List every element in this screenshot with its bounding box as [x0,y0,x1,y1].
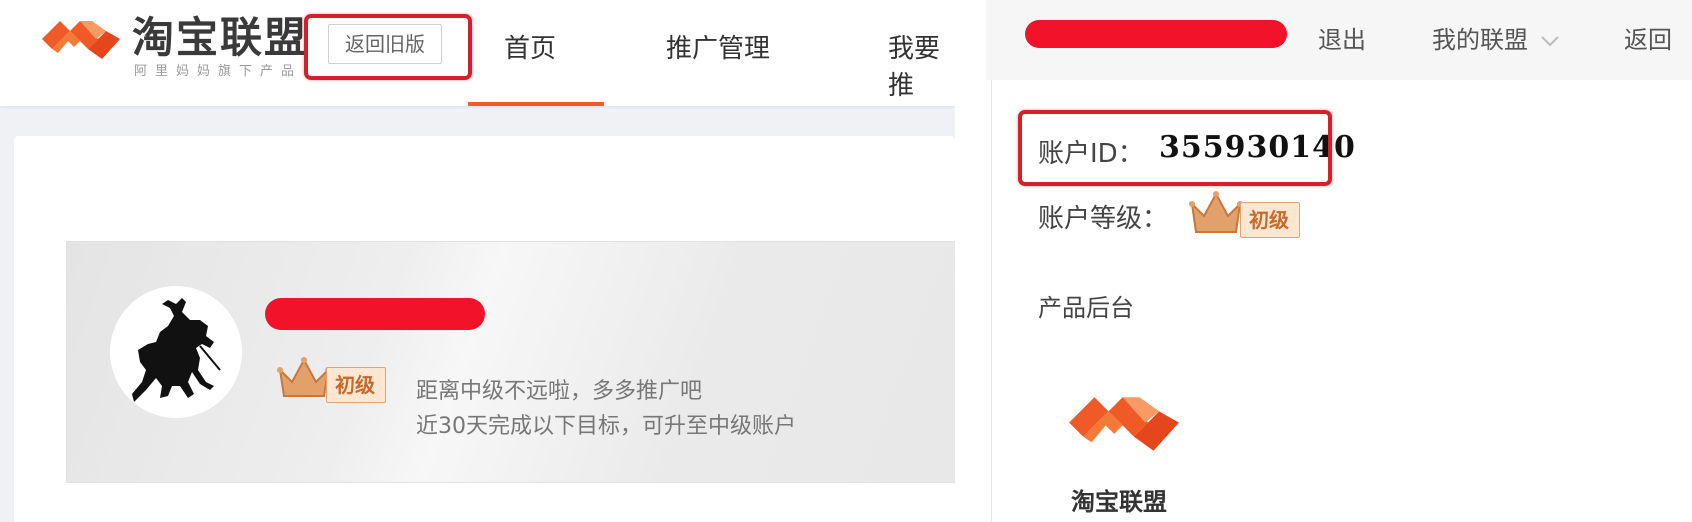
panel-divider [955,0,986,522]
avatar[interactable] [110,286,242,418]
account-level-label: 账户等级： [1038,204,1169,234]
logo-title: 淘宝联盟 [132,13,309,62]
back-link[interactable]: 返回 [1624,20,1672,55]
nav-active-indicator [468,102,604,106]
my-union-menu[interactable]: 我的联盟 [1432,20,1560,55]
chevron-down-icon [1540,36,1559,47]
nav-home[interactable]: 首页 [504,28,556,65]
level-hint-line2: 近30天完成以下目标，可升至中级账户 [416,414,796,439]
product-logo-name: 淘宝联盟 [1071,488,1167,516]
crown-icon [1189,191,1243,233]
taobao-union-logo-icon[interactable] [40,15,122,65]
account-level-badge: 初级 [1240,202,1300,238]
top-header: 淘宝联盟 阿里妈妈旗下产品 返回旧版 首页 推广管理 我要推 [0,0,955,106]
knight-avatar-icon [132,298,221,402]
redacted-username [265,298,485,330]
left-screenshot-panel: 淘宝联盟 阿里妈妈旗下产品 返回旧版 首页 推广管理 我要推 初级 距离中级不远… [0,0,955,522]
nav-promote[interactable]: 我要推 [888,28,955,102]
my-union-label: 我的联盟 [1432,26,1528,54]
sidebar-border [991,80,992,522]
crown-icon [277,357,331,397]
taobao-union-logo-icon[interactable] [1066,386,1182,462]
level-badge: 初级 [326,367,386,403]
highlight-box-account-id [1018,110,1332,186]
logout-link[interactable]: 退出 [1318,20,1366,55]
nav-promotion-management[interactable]: 推广管理 [666,28,770,65]
product-backend-label: 产品后台 [1038,294,1134,322]
logo-subtitle: 阿里妈妈旗下产品 [134,64,303,79]
highlight-box-old-version [304,14,472,80]
level-hint-line1: 距离中级不远啦，多多推广吧 [416,379,703,404]
redacted-account-name [1025,20,1287,48]
